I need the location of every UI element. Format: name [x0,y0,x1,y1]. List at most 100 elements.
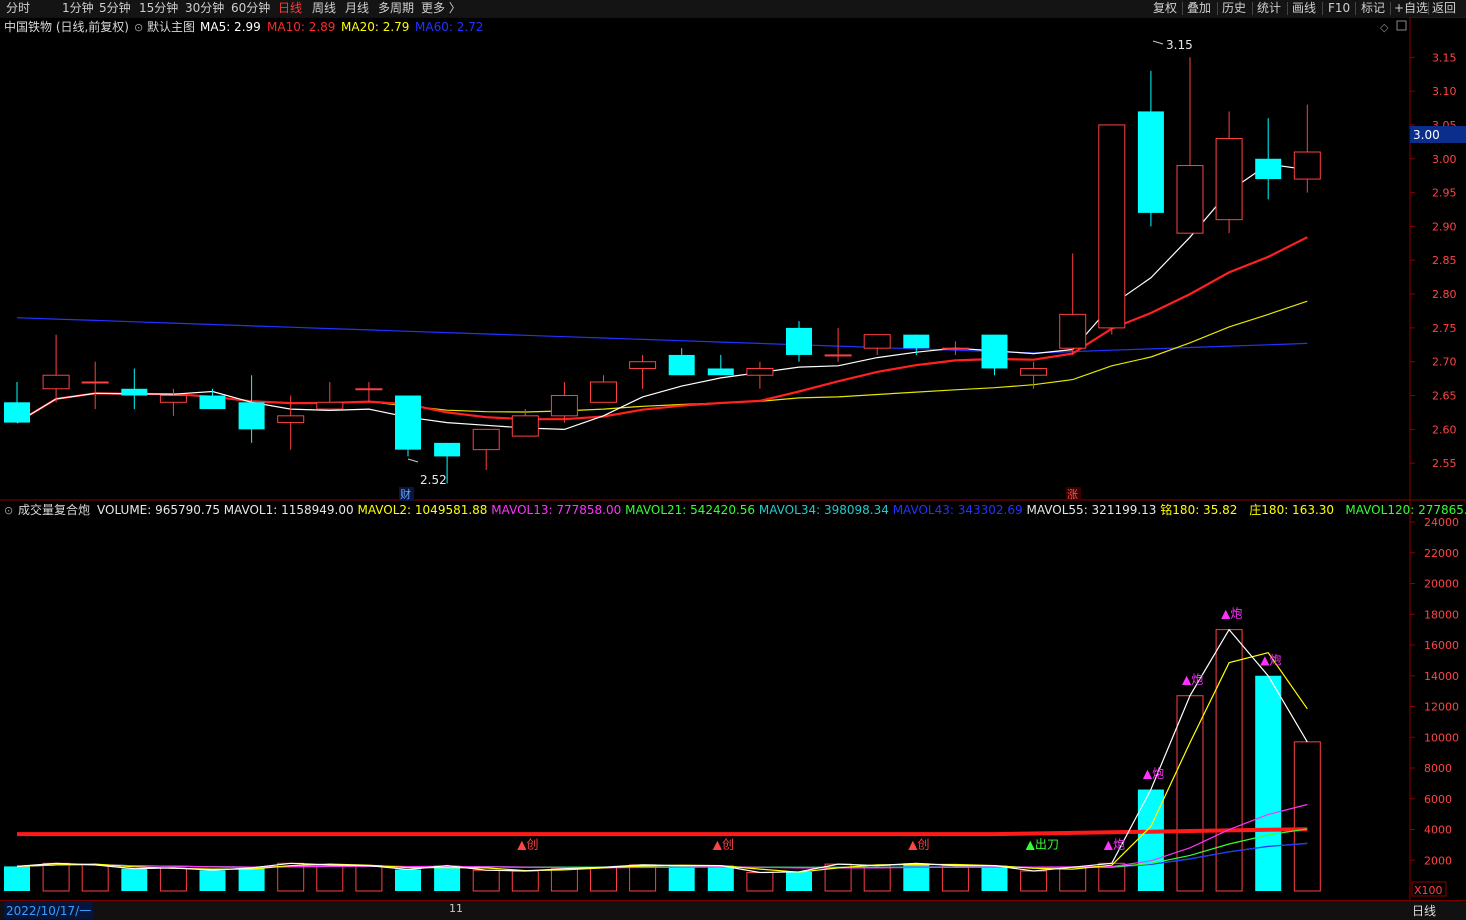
ma-label-1: MA10: 2.89 [267,20,335,34]
svg-text:财: 财 [400,487,411,501]
candle-body [981,334,1008,369]
period-tab-15min[interactable]: 15分钟 [139,0,178,17]
volume-bar [42,862,70,892]
volume-bar [1020,870,1048,892]
period-tab-weekly[interactable]: 周线 [312,0,336,17]
current-period-label[interactable]: 日线 [1412,902,1436,919]
template-name[interactable]: 默认主图 [147,19,195,34]
candle-body [355,388,383,391]
volume-bar [316,864,344,892]
candle-body [42,374,70,390]
volume-bar [863,865,891,892]
signal-marker: ▲出刀 [1026,837,1059,851]
vol-label-5: MAVOL34: 398098.34 [759,503,889,517]
statistics-button[interactable]: 统计 [1257,0,1281,17]
candle-body [1255,158,1282,180]
volume-bar [1137,789,1164,891]
volume-bar [199,870,226,891]
low-price-label: 2.52 [420,473,447,487]
candle-body [199,395,226,410]
kline-chart[interactable]: 中国铁物 (日线,前复权) ⊙ 默认主图 MA5: 2.99 MA10: 2.89… [0,17,1466,900]
period-tab-5min[interactable]: 5分钟 [99,0,131,17]
price-tick-label: 3.10 [1432,85,1457,98]
vol-tick-label: 2000 [1424,854,1452,867]
back-button[interactable]: 返回 [1432,0,1456,17]
vol-tick-label: 6000 [1424,793,1452,806]
mark-button[interactable]: 标记 [1361,0,1385,17]
candle-body [903,334,930,349]
signal-marker: ▲炮 [1143,767,1164,781]
vol-tick-label: 4000 [1424,824,1452,837]
diamond-icon[interactable]: ◇ [1380,21,1389,34]
price-tick-label: 3.00 [1432,153,1457,166]
low-marker: 2.52 [407,458,447,487]
vol-label-6: MAVOL43: 343302.69 [893,503,1023,517]
signal-marker: ▲创 [713,837,734,851]
volume-bar [981,865,1008,891]
volume-bar [81,864,109,892]
vol-label-1: MAVOL1: 1158949.00 [224,503,354,517]
period-tab-timeshare[interactable]: 分时 [6,0,30,17]
volume-bar [238,867,265,891]
price-tick-label: 2.55 [1432,457,1457,470]
f10-button[interactable]: F10 [1328,0,1350,17]
draw-line-button[interactable]: 画线 [1292,0,1316,17]
candle-body [746,367,774,376]
candle-body [1020,367,1048,376]
period-tab-monthly[interactable]: 月线 [345,0,369,17]
period-toolbar: 分时 1分钟 5分钟 15分钟 30分钟 60分钟 日线 周线 月线 多周期 更… [0,0,1466,18]
price-tick-label: 2.60 [1432,423,1457,436]
candle-body [1293,151,1321,180]
history-button[interactable]: 历史 [1222,0,1246,17]
period-tab-1min[interactable]: 1分钟 [62,0,94,17]
signal-marker: ▲炮 [1221,607,1242,621]
signal-marker: ▲炮 [1104,837,1125,851]
price-tick-label: 2.70 [1432,356,1457,369]
candle-body [472,428,500,451]
candle-body [238,402,265,430]
volume-indicator-title[interactable]: 成交量复合炮 [18,502,90,517]
volume-bar [159,867,187,892]
vol-label-2: MAVOL2: 1049581.88 [358,503,488,517]
candle-body [395,395,421,450]
vol-label-3: MAVOL13: 777858.00 [491,503,621,517]
signal-marker: ▲创 [908,837,929,851]
add-watchlist-button[interactable]: +自选 [1394,0,1428,17]
period-tab-60min[interactable]: 60分钟 [231,0,270,17]
vol-label-0: VOLUME: 965790.75 [97,503,220,517]
period-tab-30min[interactable]: 30分钟 [185,0,224,17]
vol-label-8: 铭180: 35.82 [1160,502,1237,517]
vol-label-7: MAVOL55: 321199.13 [1027,503,1157,517]
vol-label-9: 庄180: 163.30 [1249,502,1334,517]
restore-rights-button[interactable]: 复权 [1153,0,1177,17]
maximize-icon[interactable] [1396,20,1407,31]
vol-label-4: MAVOL21: 542420.56 [625,503,755,517]
vol-tick-label: 8000 [1424,762,1452,775]
signal-marker: ▲炮 [1182,673,1203,687]
month-tick: 11 [449,902,463,915]
overlay-button[interactable]: 叠加 [1187,0,1211,17]
price-tick-label: 2.95 [1432,187,1457,200]
volume-bar [472,869,500,892]
candle-body [1176,165,1204,234]
volume-bar [746,872,774,892]
period-tab-daily[interactable]: 日线 [278,0,302,17]
vol-tick-label: 12000 [1424,701,1459,714]
template-expand-icon[interactable]: ⊙ [134,21,143,34]
vol-tick-label: 20000 [1424,578,1459,591]
candle-body [1137,111,1164,213]
candle-body [786,327,812,355]
high-marker: 3.15 [1152,38,1193,52]
vol-tick-label: 22000 [1424,547,1459,560]
price-tick-label: 3.15 [1432,51,1457,64]
price-tick-label: 2.90 [1432,220,1457,233]
period-tab-multi[interactable]: 多周期 [378,0,414,17]
volume-unit: X100 [1414,884,1443,897]
volume-bar [4,866,30,891]
indicator-expand-icon[interactable]: ⊙ [4,504,13,517]
period-tab-more[interactable]: 更多 〉 [421,0,461,17]
volume-bar [395,869,421,891]
volume-bar [1059,866,1087,892]
candle-body [1098,124,1126,329]
candle-body [629,361,657,369]
